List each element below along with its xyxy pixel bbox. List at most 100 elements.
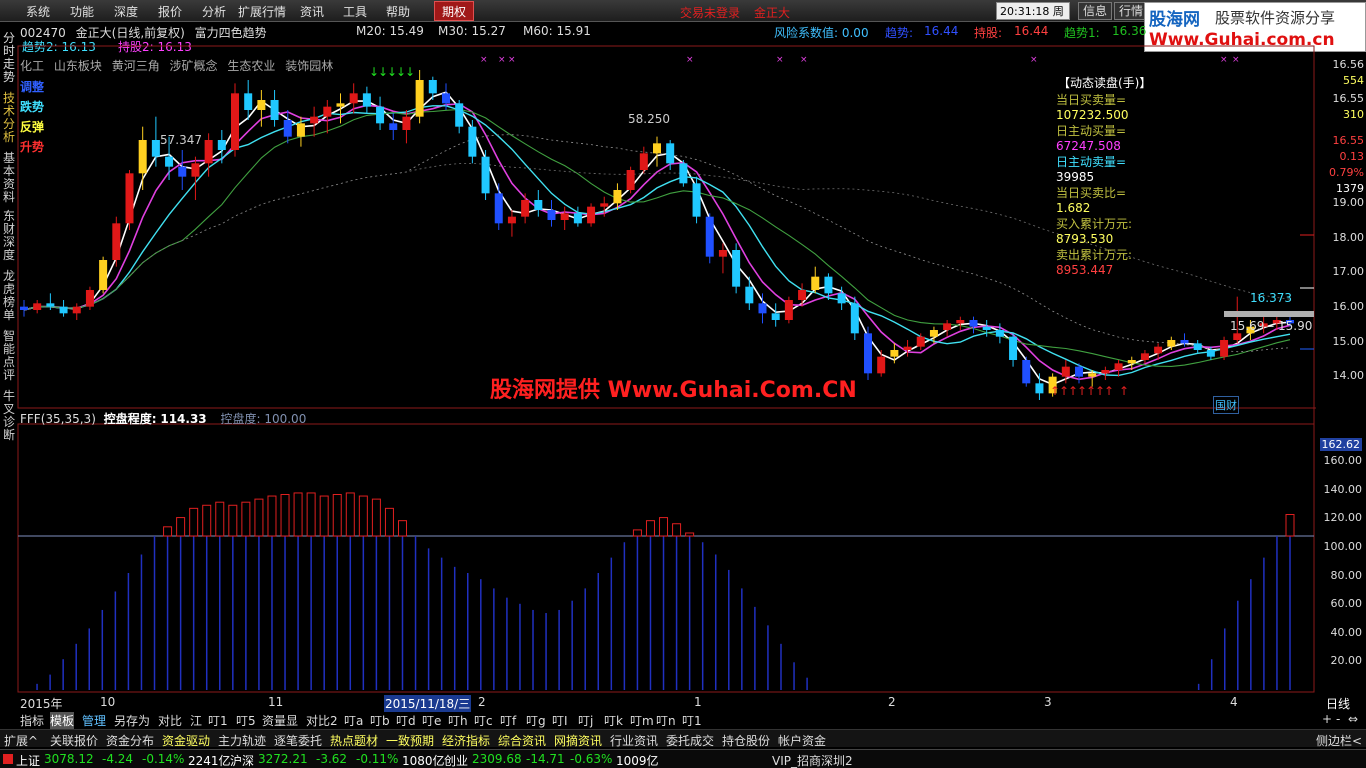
tab-d1[interactable]: 叮1 (208, 712, 228, 729)
func-fund-drive[interactable]: 资金驱动 (162, 732, 210, 749)
candle-body (1193, 343, 1202, 350)
func-account-funds[interactable]: 帐户资金 (778, 732, 826, 749)
x-label-mar: 3 (1044, 695, 1052, 709)
x-axis: 2015年 10 11 2015/11/18/三 2 1 2 3 4 日线 (0, 695, 1366, 712)
candle-body (547, 210, 556, 220)
candle-body (560, 213, 569, 220)
candle-body (376, 106, 385, 124)
candle-body (1101, 370, 1110, 374)
tab-dh[interactable]: 叮h (448, 712, 468, 729)
cy-index-label[interactable]: 创业 (444, 752, 468, 768)
func-general-news[interactable]: 综合资讯 (498, 732, 546, 749)
sub-axis-100: 100.00 (1323, 540, 1363, 553)
sidebar-toggle[interactable]: 侧边栏< (1316, 732, 1362, 749)
candle-body (270, 100, 279, 120)
candle-body (112, 223, 121, 260)
zoom-in-button[interactable]: + (1322, 712, 1332, 726)
price-label-mid: 16.373 (1250, 291, 1292, 305)
func-consensus[interactable]: 一致预期 (386, 732, 434, 749)
tab-de[interactable]: 叮e (422, 712, 441, 729)
candle-body (99, 260, 108, 290)
shift-button[interactable]: ⇔ (1348, 712, 1358, 726)
func-web-news[interactable]: 网摘资讯 (554, 732, 602, 749)
signal-cross-mark: × (686, 55, 694, 65)
sub-axis-80: 80.00 (1330, 569, 1363, 582)
tab-dc[interactable]: 叮c (474, 712, 493, 729)
guocai-tag[interactable]: 国财 (1213, 396, 1239, 414)
func-main-track[interactable]: 主力轨迹 (218, 732, 266, 749)
sub-bar-red (384, 507, 394, 537)
cycle-label-daily[interactable]: 日线 (1326, 695, 1350, 712)
dyn-value-4: 8793.530 (1056, 232, 1114, 246)
sub-bar-red (358, 495, 368, 537)
tab-dk[interactable]: 叮k (604, 712, 623, 729)
axis-tick-16: 16.00 (1332, 300, 1365, 313)
dynamic-panel-title: 【动态读盘(手)】 (1058, 76, 1152, 90)
dyn-label-1: 日主动买量= (1056, 124, 1127, 138)
sh-index-label[interactable]: 上证 (16, 752, 40, 768)
candle-body (718, 250, 727, 257)
tab-dn[interactable]: 叮n (656, 712, 676, 729)
func-industry-news[interactable]: 行业资讯 (610, 732, 658, 749)
zoom-out-button[interactable]: - (1336, 712, 1340, 726)
candle-body (1220, 340, 1229, 357)
sell-arrow-up: ↑ (1119, 384, 1129, 398)
x-label-feb: 2 (888, 695, 896, 709)
tab-dg[interactable]: 叮g (526, 712, 546, 729)
sh-index-pct: -0.14% (142, 752, 185, 766)
price-label-ma: 15.69 – 15.90 (1230, 319, 1313, 333)
func-hot-topic[interactable]: 热点题材 (330, 732, 378, 749)
candle-body (138, 140, 147, 174)
tab-jiang[interactable]: 江 (190, 712, 202, 729)
sub-bar-red (280, 493, 290, 537)
tab-d5[interactable]: 叮5 (236, 712, 256, 729)
sub-bar-red (1285, 514, 1295, 537)
price-band-gray (1224, 311, 1314, 317)
tab-df[interactable]: 叮f (500, 712, 516, 729)
sub-header: FFF(35,35,3) 控盘程度: 114.33 控盘度: 100.00 (20, 410, 306, 427)
tab-template[interactable]: 模板 (50, 712, 75, 729)
tab-dj[interactable]: 叮j (578, 712, 593, 729)
func-related-quote[interactable]: 关联报价 (50, 732, 98, 749)
tab-manage[interactable]: 管理 (82, 712, 106, 729)
tab-di[interactable]: 叮I (552, 712, 568, 729)
candle-body (1127, 360, 1136, 364)
candle-body (349, 93, 358, 104)
candle-body (771, 313, 780, 320)
signal-cross-mark: × (1220, 55, 1228, 65)
hs-index-amount: 1080亿 (402, 754, 445, 768)
candle-body (283, 120, 292, 137)
candle-body (1035, 383, 1044, 394)
candle-body (982, 326, 991, 330)
func-positions[interactable]: 持仓股份 (722, 732, 770, 749)
func-order-fill[interactable]: 委托成交 (666, 732, 714, 749)
tab-save-as[interactable]: 另存为 (114, 712, 150, 729)
func-fund-dist[interactable]: 资金分布 (106, 732, 154, 749)
tab-db[interactable]: 叮b (370, 712, 390, 729)
tab-compare2[interactable]: 对比2 (306, 712, 338, 729)
dyn-value-1: 67247.508 (1056, 139, 1121, 153)
tab-dm[interactable]: 叮m (630, 712, 654, 729)
cy-index-value: 2309.68 (472, 752, 522, 766)
func-expand[interactable]: 扩展^ (4, 732, 38, 749)
candle-body (323, 106, 332, 117)
func-economic[interactable]: 经济指标 (442, 732, 490, 749)
candle-body (85, 290, 94, 307)
candle-body (705, 216, 714, 257)
tab-da[interactable]: 叮a (344, 712, 363, 729)
candle-body (1233, 333, 1242, 340)
dyn-label-5: 卖出累计万元: (1056, 248, 1133, 262)
tab-volume-show[interactable]: 资量显 (262, 712, 298, 729)
candle-body (494, 193, 503, 224)
hs-index-label[interactable]: 沪深 (230, 752, 254, 768)
sub-bar-red (645, 520, 655, 537)
vip-server[interactable]: VIP_招商深圳2 (772, 752, 853, 768)
hs-index-value: 3272.21 (258, 752, 308, 766)
sub-axis-60: 60.00 (1330, 597, 1363, 610)
tab-dd[interactable]: 叮d (396, 712, 416, 729)
func-tick-order[interactable]: 逐笔委托 (274, 732, 322, 749)
tab-compare[interactable]: 对比 (158, 712, 182, 729)
tab-d1b[interactable]: 叮1 (682, 712, 702, 729)
sub-indicator-name[interactable]: FFF(35,35,3) (20, 412, 96, 426)
tab-indicator[interactable]: 指标 (20, 712, 44, 729)
